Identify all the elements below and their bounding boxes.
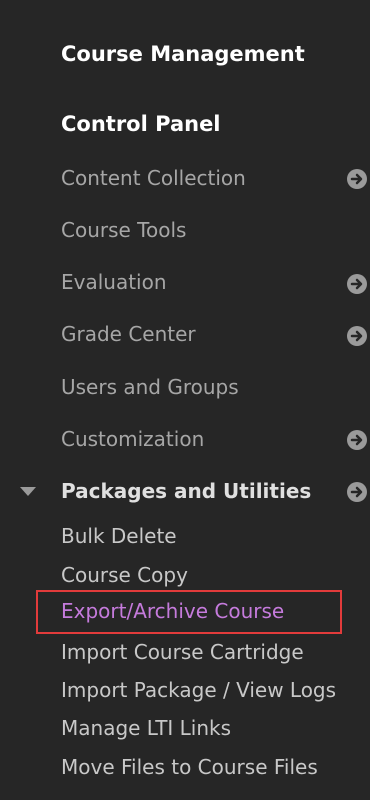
menu-item-evaluation[interactable]: Evaluation — [61, 269, 167, 295]
section-title: Course Management — [61, 42, 305, 66]
arrow-right-circle-icon[interactable] — [347, 482, 367, 502]
menu-item-grade-center[interactable]: Grade Center — [61, 321, 196, 347]
arrow-right-circle-icon[interactable] — [347, 169, 367, 189]
sub-item-import-package-view-logs[interactable]: Import Package / View Logs — [61, 678, 336, 702]
sub-item-course-copy[interactable]: Course Copy — [61, 563, 188, 587]
arrow-right-circle-icon[interactable] — [347, 274, 367, 294]
sub-item-manage-lti-links[interactable]: Manage LTI Links — [61, 716, 231, 740]
arrow-right-circle-icon[interactable] — [347, 430, 367, 450]
menu-item-customization[interactable]: Customization — [61, 426, 204, 452]
menu-item-content-collection[interactable]: Content Collection — [61, 165, 246, 191]
menu-item-users-and-groups[interactable]: Users and Groups — [61, 374, 239, 400]
sub-item-import-course-cartridge[interactable]: Import Course Cartridge — [61, 640, 304, 664]
sub-item-bulk-delete[interactable]: Bulk Delete — [61, 524, 177, 548]
arrow-right-circle-icon[interactable] — [347, 326, 367, 346]
highlight-box — [36, 590, 342, 634]
panel-title[interactable]: Control Panel — [61, 112, 221, 136]
menu-item-packages-and-utilities[interactable]: Packages and Utilities — [61, 478, 311, 504]
triangle-down-icon[interactable] — [20, 487, 36, 496]
course-management-panel: Course Management Control Panel Content … — [0, 0, 370, 800]
sub-item-move-files-to-course-files[interactable]: Move Files to Course Files — [61, 755, 318, 779]
panel-edge — [370, 0, 377, 800]
menu-item-course-tools[interactable]: Course Tools — [61, 217, 186, 243]
